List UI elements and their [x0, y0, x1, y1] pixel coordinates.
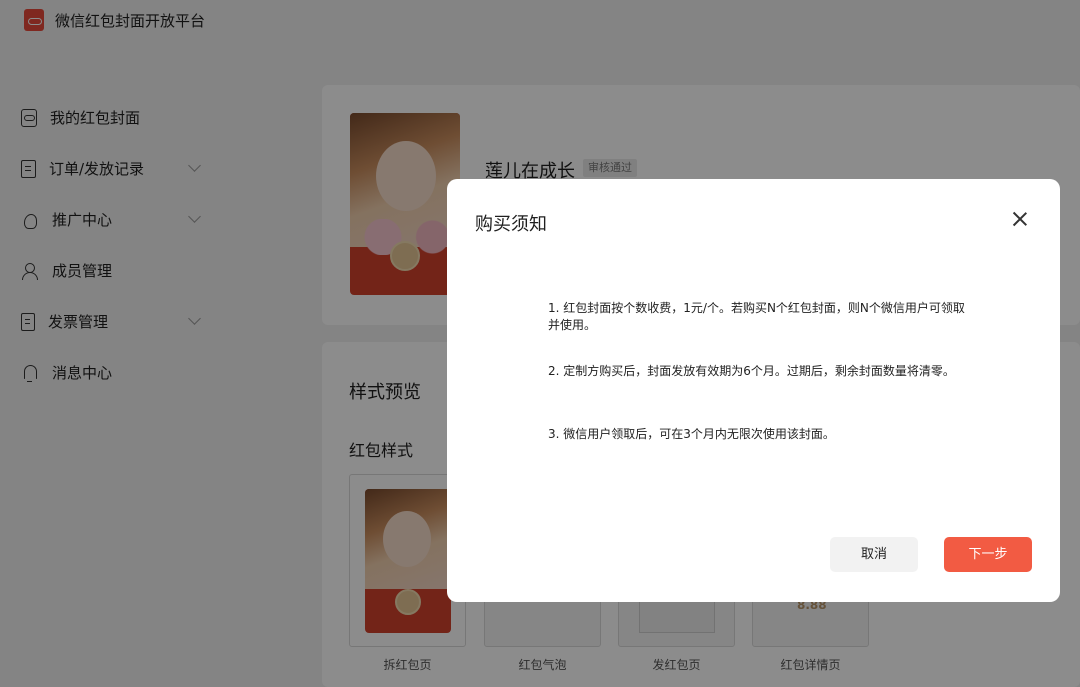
close-icon[interactable] [1010, 209, 1030, 229]
notice-item: 2. 定制方购买后，封面发放有效期为6个月。过期后，剩余封面数量将清零。 [548, 364, 955, 378]
cancel-button[interactable]: 取消 [830, 537, 918, 572]
notice-item: 3. 微信用户领取后，可在3个月内无限次使用该封面。 [548, 427, 835, 441]
purchase-notice-dialog: 购买须知 1. 红包封面按个数收费，1元/个。若购买N个红包封面，则N个微信用户… [447, 179, 1060, 602]
notice-item: 1. 红包封面按个数收费，1元/个。若购买N个红包封面，则N个微信用户可领取并使… [548, 301, 965, 332]
dialog-title: 购买须知 [475, 214, 547, 235]
next-step-button[interactable]: 下一步 [944, 537, 1032, 572]
